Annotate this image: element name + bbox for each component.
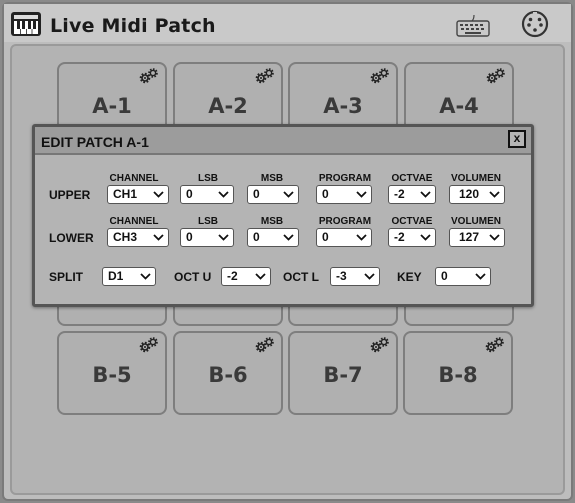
select-value: 0 — [186, 230, 193, 244]
split-select[interactable]: D1 — [102, 267, 156, 286]
select-value: 120 — [459, 187, 480, 201]
pad-label: A-1 — [92, 94, 132, 118]
upper-msb-select[interactable]: 0 — [247, 185, 299, 204]
select-value: D1 — [108, 269, 124, 283]
keyboard-icon[interactable] — [456, 13, 490, 37]
gear-icon[interactable] — [369, 67, 391, 85]
select-value: 0 — [441, 269, 448, 283]
pad-label: B-8 — [438, 363, 478, 387]
pad-label: B-6 — [208, 363, 248, 387]
chevron-down-icon — [489, 191, 500, 198]
pad-label: A-2 — [208, 94, 248, 118]
pad-label: A-4 — [439, 94, 479, 118]
oct-u-select[interactable]: -2 — [221, 267, 271, 286]
oct-l-label: OCT L — [283, 270, 319, 284]
select-value: 0 — [253, 187, 260, 201]
header-octave: OCTVAE — [391, 173, 433, 184]
pad-b-8[interactable]: B-8 — [403, 331, 513, 415]
pad-b-6[interactable]: B-6 — [173, 331, 283, 415]
header-msb: MSB — [260, 216, 284, 227]
chevron-down-icon — [255, 273, 266, 280]
chevron-down-icon — [356, 191, 367, 198]
gear-icon[interactable] — [254, 336, 276, 354]
upper-octave-select[interactable]: -2 — [388, 185, 436, 204]
lower-volume-select[interactable]: 127 — [449, 228, 505, 247]
select-value: -3 — [336, 269, 347, 283]
chevron-down-icon — [218, 191, 229, 198]
chevron-down-icon — [140, 273, 151, 280]
chevron-down-icon — [420, 191, 431, 198]
header-program: PROGRAM — [318, 216, 372, 227]
upper-channel-select[interactable]: CH1 — [107, 185, 169, 204]
pad-b-7[interactable]: B-7 — [288, 331, 398, 415]
pad-label: B-5 — [92, 363, 132, 387]
lower-channel-select[interactable]: CH3 — [107, 228, 169, 247]
pad-label: B-7 — [323, 363, 363, 387]
header-lsb: LSB — [198, 173, 218, 184]
chevron-down-icon — [283, 234, 294, 241]
title-bar: Live Midi Patch — [4, 4, 571, 42]
key-select[interactable]: 0 — [435, 267, 491, 286]
upper-volume-select[interactable]: 120 — [449, 185, 505, 204]
upper-lsb-select[interactable]: 0 — [180, 185, 234, 204]
split-label: SPLIT — [49, 270, 84, 284]
chevron-down-icon — [218, 234, 229, 241]
header-channel: CHANNEL — [109, 216, 159, 227]
select-value: 0 — [253, 230, 260, 244]
select-value: -2 — [394, 187, 405, 201]
chevron-down-icon — [475, 273, 486, 280]
header-channel: CHANNEL — [109, 173, 159, 184]
gear-icon[interactable] — [369, 336, 391, 354]
oct-u-label: OCT U — [174, 270, 212, 284]
chevron-down-icon — [356, 234, 367, 241]
header-msb: MSB — [260, 173, 284, 184]
select-value: CH1 — [113, 187, 138, 201]
upper-label: UPPER — [49, 188, 91, 202]
app-title: Live Midi Patch — [50, 15, 216, 37]
key-label: KEY — [397, 270, 422, 284]
lower-program-select[interactable]: 0 — [316, 228, 372, 247]
midi-connector-icon[interactable] — [521, 10, 549, 38]
close-button[interactable]: x — [508, 130, 526, 148]
edit-patch-dialog: EDIT PATCH A-1 x CHANNEL LSB MSB PROGRAM… — [32, 124, 534, 307]
chevron-down-icon — [489, 234, 500, 241]
select-value: 0 — [186, 187, 193, 201]
chevron-down-icon — [283, 191, 294, 198]
dialog-title: EDIT PATCH A-1 — [41, 134, 149, 150]
chevron-down-icon — [420, 234, 431, 241]
select-value: 127 — [459, 230, 480, 244]
header-lsb: LSB — [198, 216, 218, 227]
header-octave: OCTVAE — [391, 216, 433, 227]
select-value: -2 — [227, 269, 238, 283]
gear-icon[interactable] — [138, 67, 160, 85]
header-program: PROGRAM — [318, 173, 372, 184]
header-volume: VOLUMEN — [451, 216, 501, 227]
gear-icon[interactable] — [485, 67, 507, 85]
piano-keyboard-icon[interactable] — [10, 11, 42, 37]
pad-label: A-3 — [323, 94, 363, 118]
chevron-down-icon — [153, 234, 164, 241]
select-value: CH3 — [113, 230, 138, 244]
lower-lsb-select[interactable]: 0 — [180, 228, 234, 247]
lower-msb-select[interactable]: 0 — [247, 228, 299, 247]
upper-program-select[interactable]: 0 — [316, 185, 372, 204]
lower-label: LOWER — [49, 231, 94, 245]
gear-icon[interactable] — [254, 67, 276, 85]
select-value: 0 — [322, 187, 329, 201]
chevron-down-icon — [153, 191, 164, 198]
select-value: 0 — [322, 230, 329, 244]
header-volume: VOLUMEN — [451, 173, 501, 184]
chevron-down-icon — [364, 273, 375, 280]
oct-l-select[interactable]: -3 — [330, 267, 380, 286]
gear-icon[interactable] — [138, 336, 160, 354]
dialog-body: CHANNEL LSB MSB PROGRAM OCTVAE VOLUMEN U… — [35, 153, 531, 304]
gear-icon[interactable] — [484, 336, 506, 354]
pad-b-5[interactable]: B-5 — [57, 331, 167, 415]
select-value: -2 — [394, 230, 405, 244]
lower-octave-select[interactable]: -2 — [388, 228, 436, 247]
